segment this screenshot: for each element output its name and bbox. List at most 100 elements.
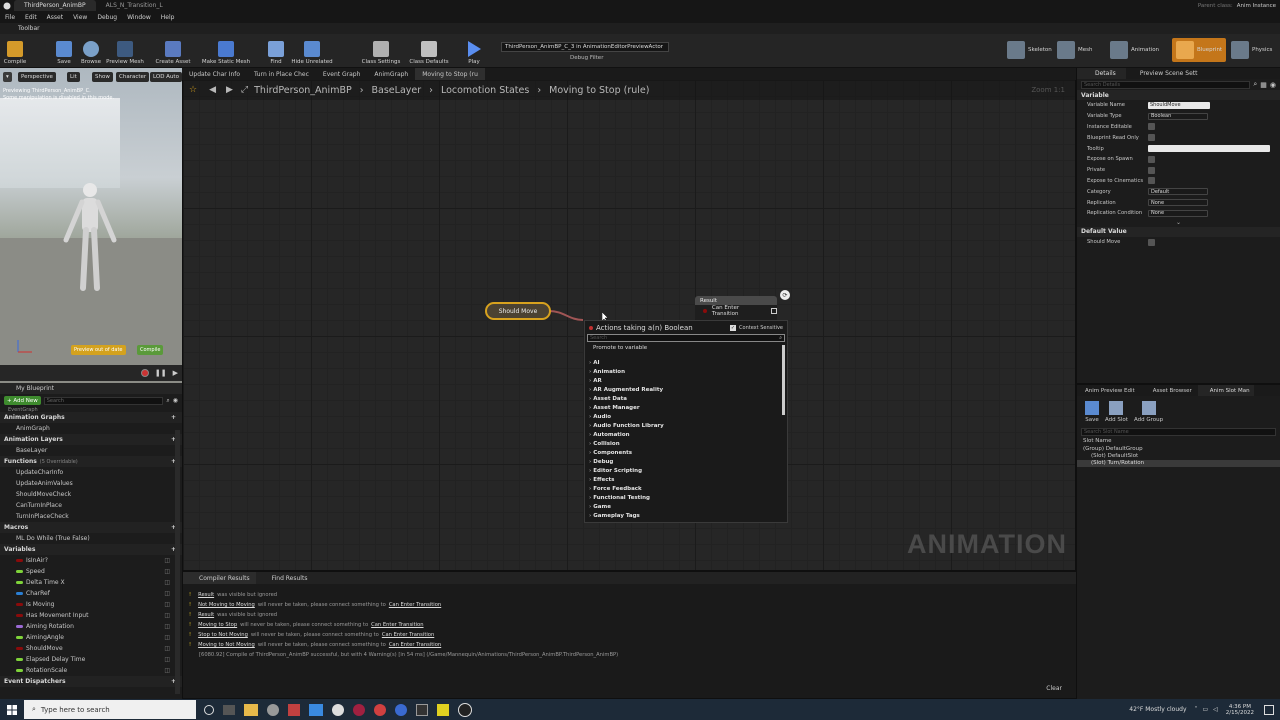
blueprint-section[interactable]: Variables + (0, 544, 182, 555)
log-link[interactable]: Not Moving to Moving (198, 602, 255, 608)
create-asset-button[interactable]: Create Asset (154, 34, 192, 68)
context-category-item[interactable]: › Debug (585, 457, 787, 466)
property-checkbox[interactable] (1148, 166, 1155, 174)
file-explorer-icon[interactable] (244, 703, 258, 716)
breadcrumb-item[interactable]: Moving to Stop (rule) (549, 85, 649, 96)
favorite-star-icon[interactable]: ☆ (189, 85, 197, 95)
menu-edit[interactable]: Edit (20, 14, 42, 21)
mode-mesh[interactable]: Mesh (1053, 38, 1096, 62)
window-tab[interactable]: ThirdPerson_AnimBP (14, 0, 96, 11)
my-blueprint-tab[interactable]: My Blueprint (0, 383, 182, 394)
property-text-field[interactable]: ShouldMove (1148, 101, 1210, 109)
window-tab[interactable]: ALS_N_Transition_L (96, 0, 173, 11)
context-search-input[interactable]: Search ⌕ (587, 334, 785, 342)
blueprint-item[interactable]: BaseLayer (0, 445, 182, 456)
visibility-eye-icon[interactable]: ◫ (164, 557, 170, 564)
slot-search-input[interactable]: Search Slot Name (1081, 428, 1276, 436)
lod-button[interactable]: LOD Auto (150, 72, 182, 82)
context-category-item[interactable]: › Editor Scripting (585, 466, 787, 475)
menu-asset[interactable]: Asset (42, 14, 68, 21)
context-category-item[interactable]: › AI (585, 358, 787, 367)
perspective-button[interactable]: Perspective (18, 72, 56, 82)
windows-start-icon[interactable] (0, 699, 24, 720)
log-link[interactable]: Stop to Not Moving (198, 632, 248, 638)
section-default-value[interactable]: Default Value (1077, 226, 1280, 237)
eye-icon[interactable]: ◉ (173, 397, 178, 404)
context-category-item[interactable]: › Functional Testing (585, 493, 787, 502)
app-icon[interactable] (332, 703, 344, 716)
clock-date[interactable]: 2/15/2022 (1226, 710, 1254, 716)
log-link[interactable]: Can Enter Transition (389, 602, 441, 608)
log-link[interactable]: Moving to Stop (198, 622, 237, 628)
blueprint-section[interactable]: Animation Graphs + (0, 412, 182, 423)
blueprint-item[interactable]: AimingAngle ◫ (0, 632, 182, 643)
class-defaults-button[interactable]: Class Defaults (408, 34, 450, 68)
show-button[interactable]: Show (92, 72, 113, 82)
lit-button[interactable]: Lit (67, 72, 80, 82)
make-static-mesh-button[interactable]: Make Static Mesh (200, 34, 252, 68)
blueprint-item[interactable]: CanTurnInPlace (0, 500, 182, 511)
context-category-item[interactable]: › Asset Manager (585, 403, 787, 412)
section-variable[interactable]: Variable (1077, 90, 1280, 100)
context-category-item[interactable]: › AR (585, 376, 787, 385)
result-node[interactable]: Result Can Enter Transition (695, 296, 778, 322)
blueprint-item[interactable]: IsInAir? ◫ (0, 555, 182, 566)
context-sensitive-checkbox[interactable]: ✓ (730, 324, 737, 331)
toolbar-tab[interactable]: Toolbar (0, 23, 1280, 34)
play-button[interactable]: Play (463, 34, 485, 68)
property-select[interactable]: None (1148, 209, 1208, 217)
add-icon[interactable]: + (171, 414, 176, 421)
blueprint-item[interactable]: UpdateAnimValues (0, 478, 182, 489)
find-button[interactable]: Find (265, 34, 287, 68)
visibility-eye-icon[interactable]: ◫ (164, 601, 170, 608)
visibility-eye-icon[interactable]: ◫ (164, 634, 170, 641)
context-category-item[interactable]: › Audio Function Library (585, 421, 787, 430)
tab-anim-preview-editor[interactable]: Anim Preview Edit (1077, 388, 1141, 394)
visibility-eye-icon[interactable]: ◫ (164, 568, 170, 575)
visibility-eye-icon[interactable]: ◫ (164, 590, 170, 597)
log-link[interactable]: Can Enter Transition (382, 632, 434, 638)
blueprint-item[interactable]: Is Moving ◫ (0, 599, 182, 610)
graph-tab[interactable]: Turn in Place Chec (247, 68, 316, 80)
viewport-compile-button[interactable]: Compile (137, 345, 164, 355)
browse-button[interactable]: Browse (78, 34, 104, 68)
blueprint-item[interactable]: UpdateCharInfo (0, 467, 182, 478)
property-checkbox[interactable] (1148, 177, 1155, 185)
context-category-item[interactable]: › Automation (585, 430, 787, 439)
log-link[interactable]: Moving to Not Moving (198, 642, 255, 648)
property-select[interactable]: None (1148, 199, 1208, 207)
forward-arrow-icon[interactable]: ▶ (226, 85, 233, 95)
add-group-button[interactable]: Add Group (1134, 401, 1163, 423)
promote-to-variable-item[interactable]: Promote to variable (585, 342, 787, 353)
context-category-item[interactable]: › Components (585, 448, 787, 457)
tab-details[interactable]: Details (1077, 68, 1126, 79)
chrome-icon[interactable] (395, 703, 407, 716)
context-category-item[interactable]: › Force Feedback (585, 484, 787, 493)
volume-icon[interactable]: ◁ (1213, 706, 1218, 713)
add-new-button[interactable]: + Add New (4, 396, 41, 405)
character-button[interactable]: Character (116, 72, 150, 82)
details-search-input[interactable]: Search Details (1081, 80, 1251, 89)
network-icon[interactable]: ▭ (1203, 706, 1209, 713)
notification-icon[interactable] (1264, 704, 1274, 715)
advanced-expander-icon[interactable]: ⌄ (1077, 219, 1280, 227)
property-select[interactable]: Default (1148, 188, 1208, 196)
mode-blueprint[interactable]: Blueprint (1172, 38, 1227, 62)
graph-tab[interactable]: Event Graph (316, 68, 368, 80)
app-icon[interactable] (288, 703, 300, 716)
breadcrumb-item[interactable]: BaseLayer (372, 85, 422, 96)
clear-button[interactable]: Clear (1046, 685, 1062, 692)
blueprint-item[interactable]: ShouldMove ◫ (0, 643, 182, 654)
blueprint-section[interactable]: Event Dispatchers + (0, 676, 182, 687)
pause-icon[interactable]: ❚❚ (155, 369, 167, 377)
context-category-item[interactable]: › Asset Data (585, 394, 787, 403)
mode-animation[interactable]: Animation (1106, 38, 1163, 62)
menu-debug[interactable]: Debug (92, 14, 122, 21)
unreal-engine-taskbar-icon[interactable] (458, 702, 472, 717)
context-category-item[interactable]: › Effects (585, 475, 787, 484)
blueprint-item[interactable]: AnimGraph (0, 423, 182, 434)
tray-chevron-icon[interactable]: ˄ (1195, 706, 1198, 713)
blueprint-item[interactable]: Elapsed Delay Time ◫ (0, 654, 182, 665)
log-link[interactable]: Result (198, 592, 214, 598)
back-arrow-icon[interactable]: ◀ (209, 85, 216, 95)
